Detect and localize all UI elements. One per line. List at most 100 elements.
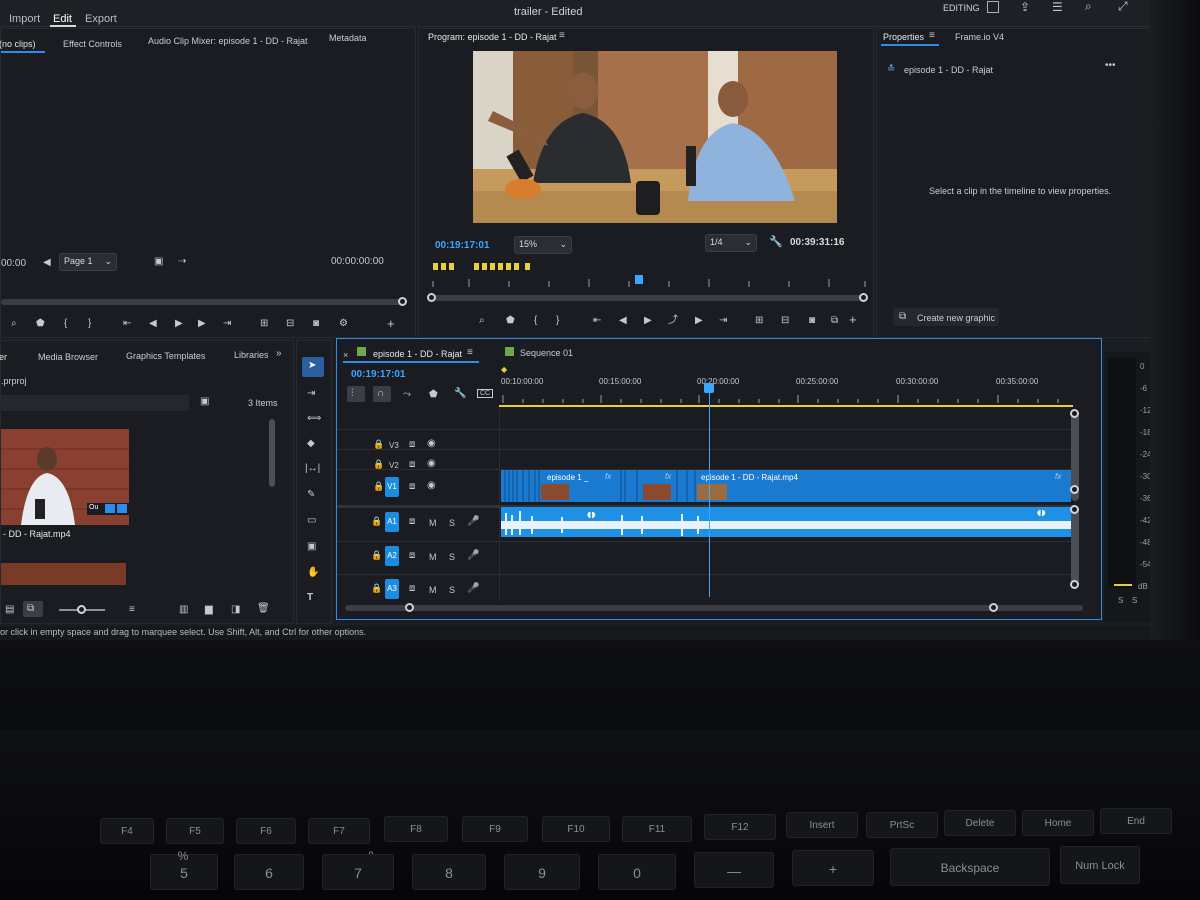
program-mini-ruler[interactable] [429, 259, 869, 291]
icon-view-button[interactable]: ⧉ [23, 601, 43, 617]
step-forward-icon[interactable]: ▶ [695, 316, 703, 326]
pen-icon[interactable]: ✎ [307, 490, 315, 500]
solo-button[interactable]: S [449, 585, 455, 595]
go-to-out-icon[interactable]: ⇥ [223, 319, 231, 329]
video-scroll-knob-top[interactable] [1070, 409, 1079, 418]
program-scroll-knob-left[interactable] [427, 293, 436, 302]
audio-clip-track-a1[interactable]: ◖◗ ◖◗ [501, 507, 1071, 537]
save-frame-icon[interactable]: ▣ [154, 257, 163, 267]
timeline-scroll-knob-left[interactable] [405, 603, 414, 612]
play-icon[interactable]: ▶ [175, 319, 183, 329]
solo-button[interactable]: S [449, 552, 455, 562]
project-vertical-scrollbar[interactable] [269, 419, 275, 487]
timeline-settings-icon[interactable]: 🔧 [454, 389, 466, 399]
work-area-bar[interactable] [499, 405, 1073, 407]
tab-sequence-01[interactable]: Sequence 01 [520, 348, 573, 358]
menu-export[interactable]: Export [85, 13, 117, 25]
lock-icon[interactable]: 🔒 [371, 584, 382, 593]
forward-icon[interactable]: ⇢ [178, 257, 186, 267]
track-target-a2[interactable]: A2 [385, 546, 399, 566]
marker-icon[interactable]: ⬟ [506, 316, 515, 326]
tab-timeline-episode[interactable]: episode 1 - DD - Rajat [373, 349, 462, 359]
fullscreen-icon[interactable]: ⤢ [1118, 0, 1128, 12]
nest-toggle[interactable]: ⫶ [347, 386, 365, 402]
meter-solo-right[interactable]: S [1132, 596, 1137, 605]
lock-icon[interactable]: 🔒 [373, 460, 384, 469]
search-icon[interactable]: ⌕ [1085, 0, 1092, 12]
audio-scroll-knob-top[interactable] [1070, 505, 1079, 514]
new-item-icon[interactable]: ◨ [231, 605, 240, 615]
lock-icon[interactable]: 🔒 [373, 482, 384, 491]
zoom-slider-knob[interactable] [77, 605, 86, 614]
camera-icon[interactable]: ◙ [809, 316, 815, 326]
lock-icon[interactable]: 🔒 [371, 551, 382, 560]
step-back-icon[interactable]: ◀ [149, 319, 157, 329]
create-graphic-button[interactable]: ⧉ Create new graphic [893, 308, 999, 326]
panel-menu-icon[interactable]: ≡ [929, 31, 935, 41]
add-marker-icon[interactable]: ⬟ [429, 390, 438, 400]
tab-libraries[interactable]: Libraries [234, 350, 269, 360]
marker-icon[interactable]: ⬟ [36, 319, 45, 329]
overflow-chevron-icon[interactable]: » [276, 349, 282, 359]
lock-icon[interactable]: 🔒 [371, 517, 382, 526]
tab-project[interactable]: er [0, 352, 7, 362]
microphone-icon[interactable]: 🎤 [467, 584, 479, 594]
clip-thumbnail-2[interactable] [1, 563, 126, 585]
overwrite-icon[interactable]: ⊟ [286, 319, 294, 329]
tab-media-browser[interactable]: Media Browser [38, 352, 98, 362]
project-search-input[interactable] [1, 395, 189, 411]
type-icon[interactable]: T [307, 593, 313, 603]
menu-edit[interactable]: Edit [53, 13, 72, 25]
resolution-dropdown[interactable]: 1/4 ⌄ [705, 234, 757, 252]
go-to-out-icon[interactable]: ⇥ [719, 316, 727, 326]
wrench-icon[interactable]: 🔧 [769, 237, 783, 248]
captions-icon[interactable]: CC [477, 389, 494, 398]
settings-icon[interactable]: ⚙ [339, 319, 348, 329]
tab-effect-controls[interactable]: Effect Controls [63, 39, 122, 49]
source-scroll-knob[interactable] [398, 297, 407, 306]
insert-icon[interactable]: ⊞ [260, 319, 268, 329]
add-button-icon[interactable]: + [387, 317, 395, 330]
rectangle-icon[interactable]: ▭ [307, 516, 316, 526]
sync-lock-icon[interactable]: ⧈ [409, 440, 415, 450]
timeline-horizontal-scrollbar[interactable] [345, 605, 1083, 611]
mark-out-icon[interactable]: } [88, 319, 91, 329]
timeline-ruler[interactable]: ◆ 00:10:00:00 00:15:00:00 00:20:00:00 00… [499, 365, 1079, 409]
clip-name[interactable]: - DD - Rajat.mp4 [3, 529, 71, 539]
program-scroll-knob-right[interactable] [859, 293, 868, 302]
frame-hold-icon[interactable]: ▣ [307, 542, 316, 552]
extract-icon[interactable]: ⊟ [781, 316, 789, 326]
track-target-a3[interactable]: A3 [385, 579, 399, 599]
video-clip-track-v1[interactable]: episode 1 _ fx fx episode 1 - DD - Rajat… [501, 470, 1071, 502]
camera-icon[interactable]: ◙ [313, 319, 319, 329]
page-dropdown[interactable]: Page 1 ⌄ [59, 253, 117, 271]
add-button-icon[interactable]: + [849, 313, 857, 326]
loop-icon[interactable]: ⤴ [668, 316, 678, 326]
lift-icon[interactable]: ⊞ [755, 316, 763, 326]
step-forward-icon[interactable]: ▶ [198, 319, 206, 329]
razor-icon[interactable]: ◆ [307, 439, 315, 449]
list-icon[interactable]: ☰ [1052, 1, 1063, 13]
mute-button[interactable]: M [429, 518, 437, 528]
linked-selection-icon[interactable]: ⤳ [403, 390, 411, 400]
more-options-icon[interactable]: ••• [1105, 61, 1116, 71]
hand-icon[interactable]: ✋ [307, 568, 319, 578]
meter-solo-left[interactable]: S [1118, 596, 1123, 605]
eye-icon[interactable]: ◉ [427, 439, 436, 449]
go-to-in-icon[interactable]: ⇤ [123, 319, 131, 329]
menu-import[interactable]: Import [9, 13, 40, 25]
automate-icon[interactable]: ▥ [179, 605, 188, 615]
mute-button[interactable]: M [429, 552, 437, 562]
new-bin-icon[interactable]: ▣ [200, 397, 209, 407]
clip-thumbnail[interactable]: Ou [1, 429, 129, 525]
step-back-icon[interactable]: ◀ [619, 316, 627, 326]
program-scrollbar[interactable] [431, 295, 863, 301]
prev-page-icon[interactable]: ◀ [43, 258, 51, 268]
track-target-v1[interactable]: V1 [385, 477, 399, 497]
workspace-label[interactable]: EDITING [943, 3, 980, 13]
sync-lock-icon[interactable]: ⧈ [409, 482, 415, 492]
zoom-icon[interactable]: ⌕ [479, 316, 485, 326]
tab-graphics-templates[interactable]: Graphics Templates [126, 351, 205, 361]
source-scrollbar[interactable] [1, 299, 403, 305]
play-icon[interactable]: ▶ [644, 316, 652, 326]
